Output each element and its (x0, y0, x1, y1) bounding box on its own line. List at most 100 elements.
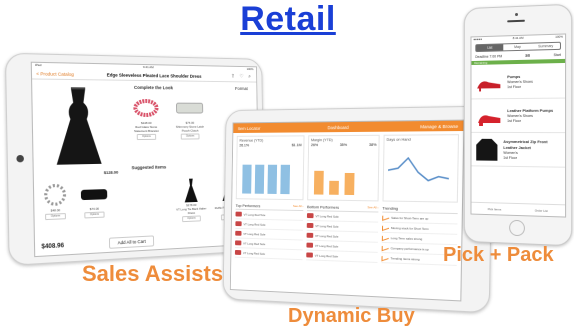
row-label: Sales for Short-Term are up (391, 215, 429, 221)
row-label: VT Long Red Sole (243, 231, 266, 236)
options-button[interactable]: Options (180, 133, 200, 140)
bottom-performers: Bottom Performers See All › VT Long Red S… (306, 204, 379, 263)
revenue-bar (254, 164, 265, 194)
format-filter[interactable]: Format (235, 86, 248, 91)
revenue-bar (267, 164, 278, 194)
product-thumb (306, 252, 313, 258)
item-dept: Women's (503, 150, 518, 155)
revenue-tile[interactable]: Revenue (YTD) 26.1% $1.1M (235, 135, 305, 201)
signal-icon: ●●●●● (473, 37, 483, 42)
camera-icon (515, 12, 518, 17)
item-floor: 1st Floor (503, 155, 517, 160)
margin-bar (329, 180, 339, 195)
complete-look-item[interactable]: $148.00 Red Glass Stone Statement Bracel… (128, 95, 164, 141)
status-battery: 100% (555, 34, 564, 39)
complete-look-item[interactable]: $74.00 Shimmery Stone Latch Pouch Clutch… (173, 95, 207, 140)
trend-icon (381, 223, 390, 232)
hero-dress-image[interactable] (36, 82, 119, 172)
row-label: VT Long Red Sole (315, 233, 339, 239)
kpi-tiles: Revenue (YTD) 26.1% $1.1M Margin (YTD) 26… (232, 131, 463, 203)
pick-pack-label: Pick + Pack (443, 244, 554, 266)
list-item[interactable]: Leather Platform Pumps Women's Shoes 1st F… (471, 98, 566, 134)
item-name: Leather Platform Pumps (507, 107, 554, 113)
add-all-to-cart-button[interactable]: Add All to Cart (108, 235, 155, 249)
segment-summary[interactable]: Summary (532, 43, 560, 50)
product-thumb (235, 230, 242, 236)
tile-value: 26.1% (239, 143, 250, 148)
row-label: Company performance is up (390, 245, 429, 252)
manage-browse-link[interactable]: Manage & Browse (420, 123, 458, 129)
row-label: Trending items strong (390, 255, 420, 261)
margin-bar (313, 170, 324, 195)
item-name: Shimmery Stone Latch Pouch Clutch (175, 124, 205, 133)
status-time: 8:41 AM (512, 35, 524, 41)
nav-actions-icon[interactable]: ⇪ ♡ ⌕ (231, 74, 253, 80)
row-label: VT Long Red Sole (314, 253, 339, 259)
segment-list[interactable]: List (476, 44, 504, 52)
trend-icon (381, 233, 389, 242)
top-performers: Top Performers See All › VT Long Red Tote… (234, 202, 304, 261)
see-all-link[interactable]: See All › (293, 204, 304, 209)
item-locator-link[interactable]: Item Locator (238, 126, 261, 131)
product-thumb (235, 221, 242, 227)
view-segmented-control: List Map Summary (475, 41, 562, 53)
item-name: Pumps (507, 73, 521, 79)
product-thumb (235, 211, 242, 217)
options-button[interactable]: Options (84, 211, 105, 219)
segment-map[interactable]: Map (504, 44, 532, 51)
see-all-link[interactable]: See All › (367, 205, 378, 210)
item-dept: Women's Shoes (507, 113, 533, 118)
home-button[interactable] (16, 154, 24, 163)
platform-pump-image (474, 102, 503, 130)
list-item[interactable]: VT Long Red Sole (234, 248, 303, 261)
pick-pack-phone: ●●●●● 8:41 AM 100% List Map Summary Dead… (463, 3, 573, 247)
complete-look-heading: Complete the Look (133, 84, 173, 91)
item-price: $74.00 (89, 206, 100, 212)
dynamic-buy-ipad: Item Locator Dashboard Manage & Browse R… (222, 105, 494, 314)
row-label: VT Long Red Sole (315, 213, 339, 219)
start-button[interactable]: Start (553, 53, 561, 57)
product-thumb (235, 240, 242, 246)
tab-pick-items[interactable]: Pick Items (488, 207, 501, 211)
item-dept: Women's Shoes (507, 79, 533, 84)
trend-icon (381, 254, 389, 262)
margin-tile[interactable]: Margin (YTD) 26% 35% 38% (307, 134, 380, 202)
pick-count: 3/8 (525, 53, 531, 58)
dynamic-buy-label: Dynamic Buy (288, 305, 415, 327)
suggested-item[interactable]: $74.00 Options (76, 180, 113, 219)
days-on-hand-tile[interactable]: Days on Hand (382, 134, 460, 203)
dashboard-title: Dashboard (327, 124, 349, 130)
suggested-heading: Suggested Items (131, 164, 167, 171)
red-pump-image (474, 68, 503, 96)
row-label: VT Long Red Sole (314, 243, 339, 249)
product-thumb (306, 213, 314, 219)
options-button[interactable]: Options (136, 133, 157, 141)
clutch-image (173, 95, 207, 121)
item-floor: 1st Floor (507, 84, 521, 89)
list-item[interactable]: Pumps Women's Shoes 1st Floor (471, 63, 566, 100)
home-button[interactable] (509, 219, 525, 237)
margin-bars (312, 157, 374, 196)
row-label: VT Long Red Sole (243, 221, 266, 227)
column-title: Top Performers (235, 202, 261, 209)
days-line-chart (388, 150, 456, 196)
tile-value: $1.1M (291, 143, 302, 148)
revenue-bars (240, 157, 299, 195)
suggested-item[interactable]: $48.00 Options (36, 181, 74, 221)
options-button[interactable]: Options (182, 215, 201, 223)
options-button[interactable]: Options (45, 213, 66, 221)
status-time: 9:41 AM (143, 65, 154, 70)
necklace-image (36, 181, 74, 209)
suggested-item[interactable]: $178.00 VT Long Tie Back Halter Dress Op… (174, 177, 208, 223)
list-item[interactable]: VT Long Red Sole (306, 250, 378, 263)
tab-order-list[interactable]: Order List (535, 208, 548, 212)
status-device: iPad (34, 62, 42, 68)
tile-value: 38% (368, 142, 377, 147)
cart-total: $408.96 (41, 243, 65, 251)
back-button[interactable]: < Product Catalog (36, 71, 74, 77)
item-name: Red Glass Stone Statement Bracelet (133, 124, 159, 134)
speaker-grille (507, 19, 525, 23)
revenue-bar (280, 164, 291, 195)
pick-pack-screen: ●●●●● 8:41 AM 100% List Map Summary Dead… (470, 33, 567, 218)
list-item[interactable]: Asymmetrical Zip Front Leather Jacket Wom… (471, 132, 566, 168)
